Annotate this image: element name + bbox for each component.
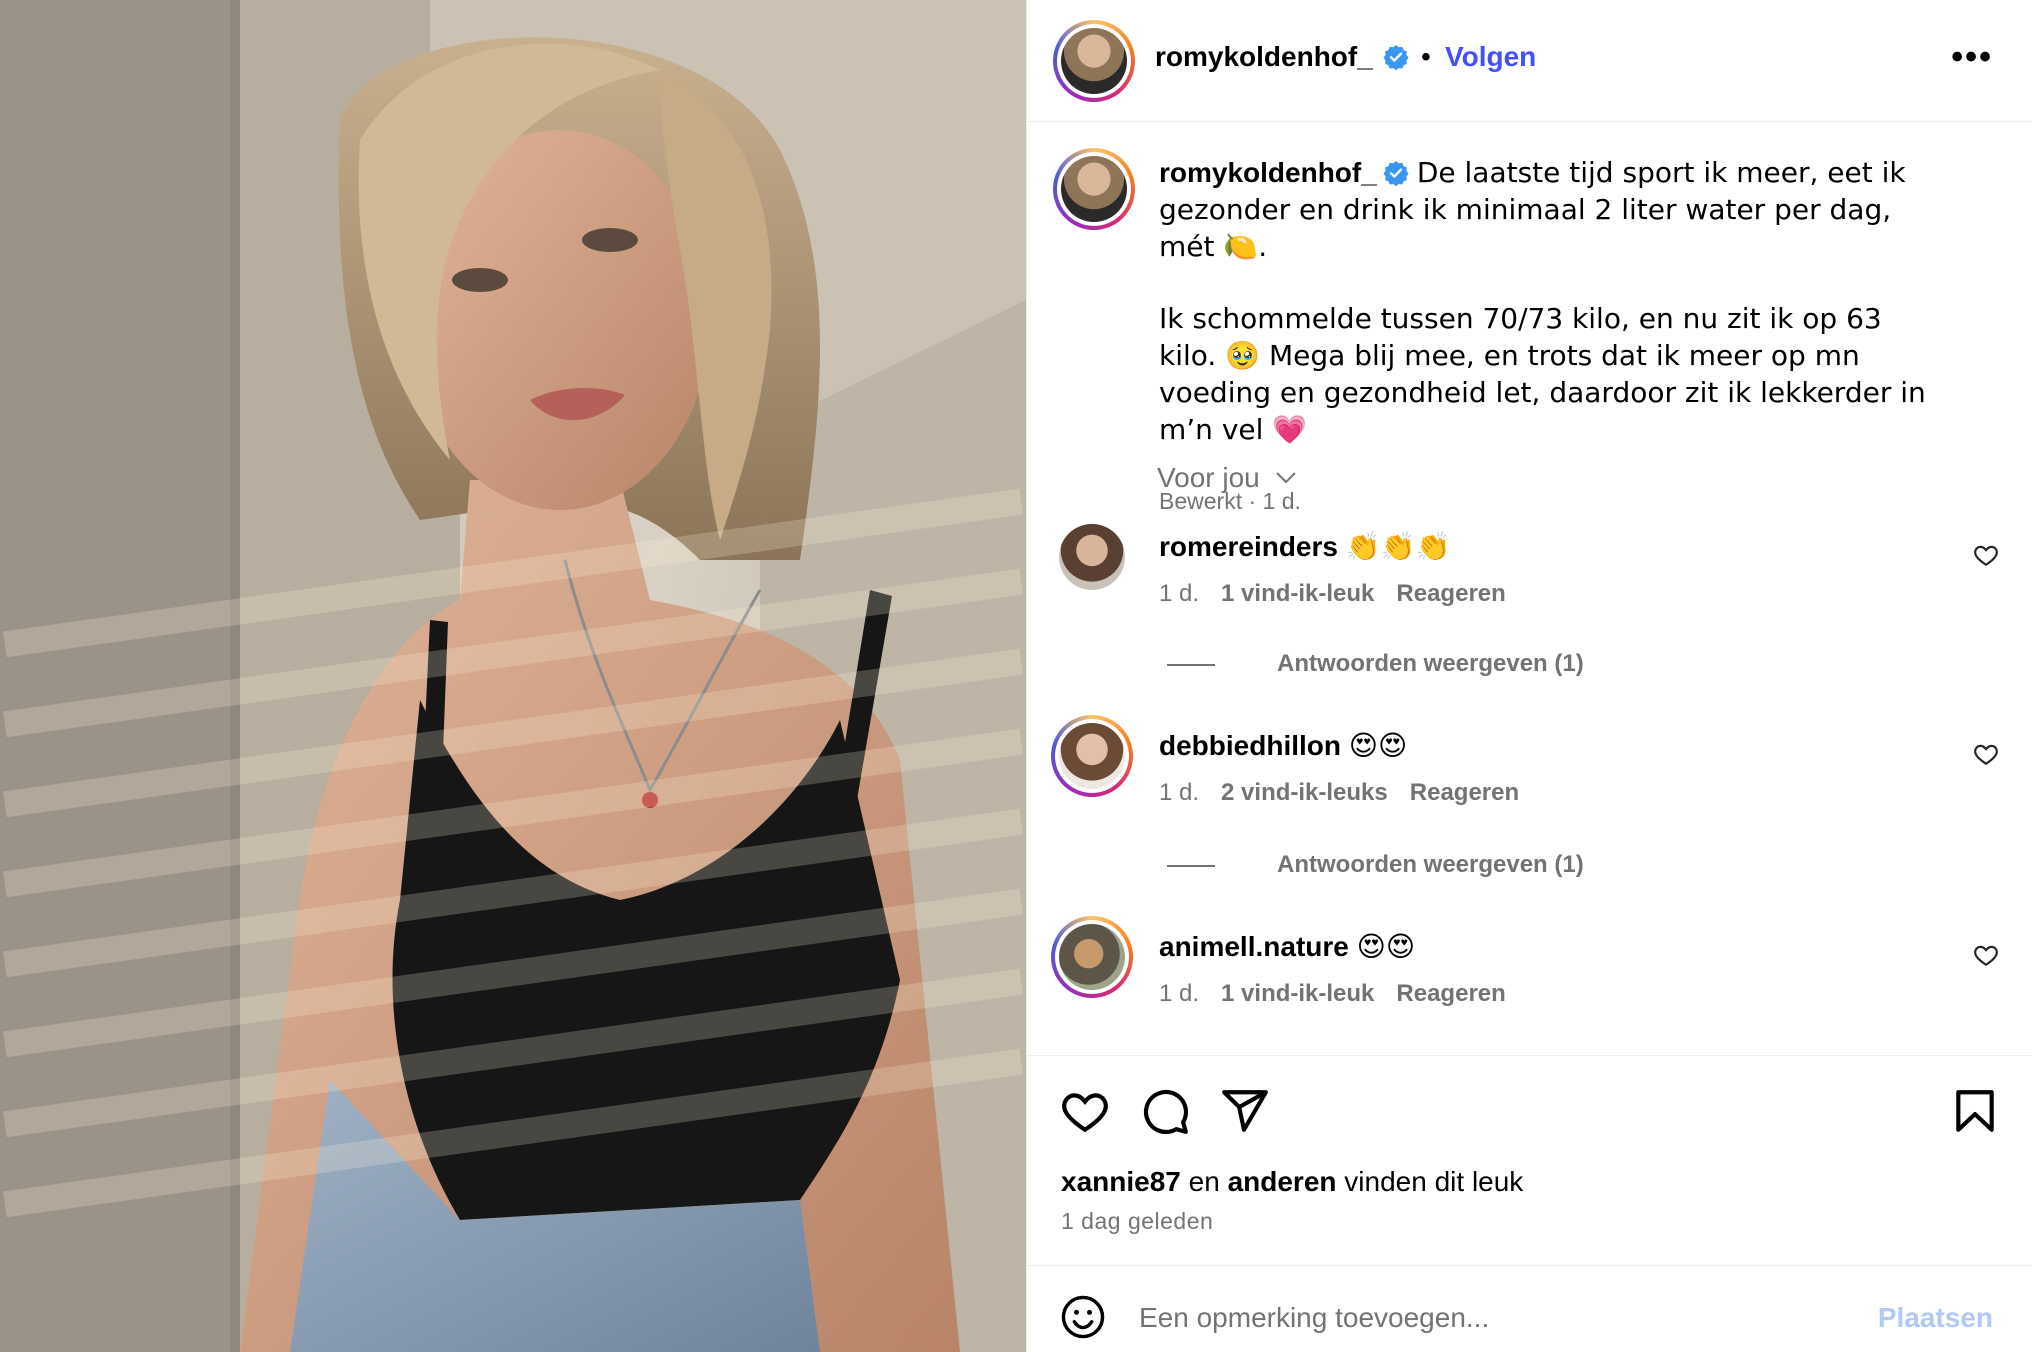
chevron-down-icon	[1275, 472, 1296, 484]
comment-likes[interactable]: 1 vind-ik-leuk	[1221, 580, 1374, 607]
comment-age: 1 d.	[1159, 580, 1200, 607]
author-avatar[interactable]	[1053, 20, 1135, 102]
for-you-filter[interactable]: Voor jou	[1157, 462, 1298, 494]
emoji-icon[interactable]	[1060, 1294, 1106, 1340]
bookmark-icon[interactable]	[1950, 1086, 2000, 1136]
comment-age: 1 d.	[1159, 779, 1200, 806]
commenter-username[interactable]: romereinders	[1159, 531, 1338, 562]
likes-others[interactable]: anderen	[1228, 1166, 1337, 1197]
likes-and: en	[1188, 1166, 1220, 1197]
heart-icon[interactable]	[1060, 1086, 1110, 1136]
photo-illustration	[0, 0, 1026, 1352]
comment-likes[interactable]: 1 vind-ik-leuk	[1221, 980, 1374, 1007]
reply-button[interactable]: Reageren	[1410, 779, 1519, 806]
comment-text: 😍😍	[1356, 930, 1416, 963]
caption-author-avatar[interactable]	[1053, 148, 1135, 230]
post-time-ago: 1 dag geleden	[1061, 1208, 1214, 1234]
post-comment-button[interactable]: Plaatsen	[1878, 1302, 1993, 1334]
commenter-username[interactable]: debbiedhillon	[1159, 730, 1341, 761]
post-side-panel: romykoldenhof_ • Volgen ••• romykoldenho…	[1026, 0, 2032, 1352]
share-icon[interactable]	[1220, 1086, 1270, 1136]
comment-age: 1 d.	[1159, 980, 1200, 1007]
comment-like-heart-icon[interactable]	[1973, 741, 1999, 767]
commenter-avatar[interactable]	[1051, 916, 1133, 998]
verified-badge-icon	[1383, 161, 1409, 186]
add-comment-bar: Een opmerking toevoegen... Plaatsen	[1027, 1265, 2032, 1352]
author-username[interactable]: romykoldenhof_	[1155, 41, 1373, 72]
view-replies-button[interactable]: Antwoorden weergeven (1)	[1167, 650, 1584, 678]
comment-text: 😍😍	[1348, 729, 1408, 762]
commenter-avatar[interactable]	[1059, 524, 1125, 590]
follow-button[interactable]: Volgen	[1445, 41, 1536, 73]
likes-user[interactable]: xannie87	[1061, 1166, 1181, 1197]
view-replies-label: Antwoorden weergeven (1)	[1277, 650, 1584, 677]
header-separator: •	[1421, 41, 1431, 72]
commenter-avatar[interactable]	[1051, 715, 1133, 797]
view-replies-button[interactable]: Antwoorden weergeven (1)	[1167, 851, 1584, 879]
comment-like-heart-icon[interactable]	[1973, 542, 1999, 568]
comment-like-heart-icon[interactable]	[1973, 942, 1999, 968]
likes-suffix: vinden dit leuk	[1344, 1166, 1524, 1197]
verified-badge-icon	[1383, 45, 1409, 70]
post-actions: xannie87 en anderen vinden dit leuk 1 da…	[1027, 1055, 2032, 1265]
caption-username[interactable]: romykoldenhof_	[1159, 157, 1377, 188]
likes-summary[interactable]: xannie87 en anderen vinden dit leuk	[1061, 1166, 1523, 1198]
replies-divider-line	[1167, 663, 1215, 666]
caption-text-2: Ik schommelde tussen 70/73 kilo, en nu z…	[1159, 302, 1926, 446]
more-options-icon[interactable]: •••	[1951, 40, 1993, 74]
comment-likes[interactable]: 2 vind-ik-leuks	[1221, 779, 1388, 806]
comment-text: 👏👏👏	[1345, 530, 1451, 563]
post-header: romykoldenhof_ • Volgen •••	[1027, 0, 2032, 122]
commenter-username[interactable]: animell.nature	[1159, 931, 1349, 962]
comment-icon[interactable]	[1140, 1086, 1190, 1136]
comment-input[interactable]: Een opmerking toevoegen...	[1139, 1302, 1489, 1334]
reply-button[interactable]: Reageren	[1396, 580, 1505, 607]
for-you-label: Voor jou	[1157, 462, 1260, 493]
post-photo[interactable]	[0, 0, 1026, 1352]
view-replies-label: Antwoorden weergeven (1)	[1277, 851, 1584, 878]
reply-button[interactable]: Reageren	[1396, 980, 1505, 1007]
replies-divider-line	[1167, 864, 1215, 867]
